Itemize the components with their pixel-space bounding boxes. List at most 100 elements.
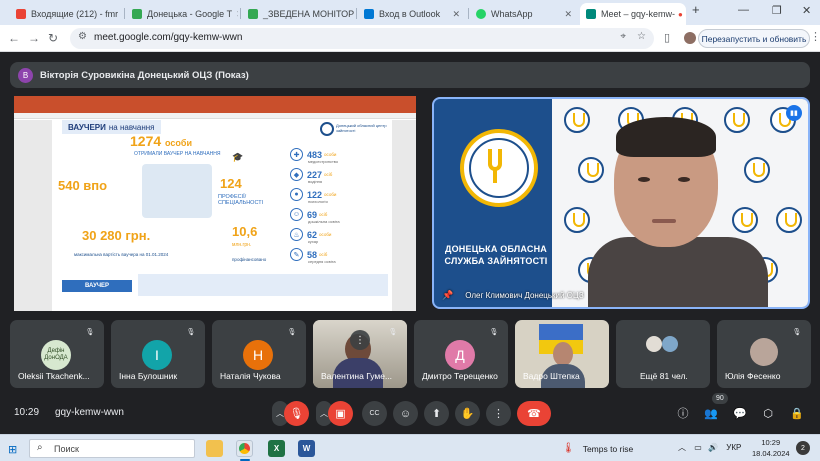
address-bar[interactable]: ⚙ meet.google.com/gqy-kemw-wwn ⌖ ☆ bbox=[70, 28, 654, 49]
url-text[interactable]: meet.google.com/gqy-kemw-wwn bbox=[94, 32, 242, 43]
network-icon[interactable]: ▭ bbox=[694, 443, 702, 452]
taskbar-clock[interactable]: 10:29 18.04.2024 bbox=[752, 437, 790, 459]
persons-caption: ОТРИМАЛИ ВАУЧЕР НА НАВЧАННЯ bbox=[134, 151, 221, 157]
avatar bbox=[646, 336, 662, 352]
mic-off-button[interactable]: 🎙 bbox=[284, 401, 309, 426]
participant-video bbox=[553, 342, 573, 366]
restore-icon[interactable]: ❐ bbox=[772, 4, 782, 17]
camera-off-button[interactable]: ▣ bbox=[328, 401, 353, 426]
chrome-icon[interactable] bbox=[236, 440, 253, 457]
pin-icon[interactable]: 📌 bbox=[442, 290, 453, 301]
excel-icon[interactable]: X bbox=[268, 440, 285, 457]
people-icon[interactable]: 👥 bbox=[700, 402, 722, 424]
speaker-icon[interactable]: 🔊 bbox=[708, 443, 718, 452]
stat-desc: середня освіта bbox=[308, 259, 336, 264]
tab-google-sheets-2[interactable]: _ЗВЕДЕНА МОНІТОР ✕ bbox=[242, 3, 354, 25]
participant-tile[interactable]: І 🎙 Інна Булошник bbox=[111, 320, 205, 388]
more-options-button[interactable]: ⋮ bbox=[486, 401, 511, 426]
reload-icon[interactable]: ↻ bbox=[48, 31, 58, 45]
presenter-label: Вікторія Суровикіна Донецький ОЦЗ (Показ… bbox=[40, 69, 249, 81]
system-tray[interactable]: ︿ ▭ 🔊 УКР bbox=[678, 442, 741, 453]
raise-hand-button[interactable]: ✋ bbox=[455, 401, 480, 426]
stat-desc: водіння bbox=[308, 179, 323, 184]
mic-off-icon: 🎙 bbox=[388, 329, 398, 336]
taskbar-time: 10:29 bbox=[761, 438, 781, 447]
taskbar-date: 18.04.2024 bbox=[752, 449, 790, 458]
close-icon[interactable]: ✕ bbox=[560, 9, 572, 20]
whatsapp-icon bbox=[476, 9, 486, 19]
shared-screen[interactable]: ВАУЧЕРИ на навчання Донецький обласний ц… bbox=[14, 96, 416, 311]
profile-avatar[interactable] bbox=[684, 32, 696, 44]
presentation-header: В Вікторія Суровикіна Донецький ОЦЗ (Пок… bbox=[10, 62, 810, 88]
more-participants-tile[interactable]: Ещё 81 чел. bbox=[616, 320, 710, 388]
tab-label: Вход в Outlook bbox=[379, 9, 441, 19]
input-language[interactable]: УКР bbox=[726, 443, 741, 452]
logo-icon bbox=[776, 207, 802, 233]
taskbar-search[interactable]: ⌕ Поиск bbox=[29, 439, 195, 458]
participant-tile[interactable]: ⋮ 🎙 Валентина Гуме... bbox=[313, 320, 407, 388]
avatar bbox=[662, 336, 678, 352]
participant-tile[interactable]: Вадро Штепка bbox=[515, 320, 609, 388]
back-icon[interactable]: ← bbox=[8, 31, 20, 45]
avatar: Д bbox=[445, 340, 475, 370]
active-speaker-tile[interactable]: ДОНЕЦЬКА ОБЛАСНА СЛУЖБА ЗАЙНЯТОСТІ ▮▮ 📌 … bbox=[432, 97, 810, 309]
participant-tile[interactable]: Дефін ДонОДА 🎙 Oleksii Tkachenk... bbox=[10, 320, 104, 388]
participant-tile[interactable]: Н 🎙 Наталія Чукова bbox=[212, 320, 306, 388]
outlook-icon bbox=[364, 9, 374, 19]
tab-google-sheets-1[interactable]: Донецька - Google Т ✕ bbox=[126, 3, 238, 25]
financed-unit: млн.грн. bbox=[232, 242, 252, 248]
tab-outlook[interactable]: Вход в Outlook ✕ bbox=[358, 3, 466, 25]
site-info-icon[interactable]: ⚙ bbox=[78, 31, 87, 42]
minimize-icon[interactable]: — bbox=[738, 4, 749, 16]
chevron-up-icon[interactable]: ︿ bbox=[678, 443, 686, 452]
org-caption: Донецький обласний центр зайнятості bbox=[336, 123, 387, 133]
forward-icon[interactable]: → bbox=[28, 31, 40, 45]
close-window-icon[interactable]: ✕ bbox=[802, 4, 811, 17]
new-tab-button[interactable]: + bbox=[692, 2, 700, 17]
participant-name: Oleksii Tkachenk... bbox=[18, 371, 90, 381]
relaunch-update-button[interactable]: Перезапустить и обновить bbox=[698, 29, 810, 48]
tab-meet[interactable]: Meet – gqy-kemw- ● ✕ bbox=[580, 3, 686, 25]
close-icon[interactable]: ✕ bbox=[448, 9, 460, 20]
tab-gmail[interactable]: Входящие (212) - fmr ✕ bbox=[10, 3, 122, 25]
close-icon[interactable]: ✕ bbox=[232, 9, 238, 20]
camera-permission-icon[interactable]: ⌖ bbox=[620, 31, 626, 42]
professions-caption: ПРОФЕСІЇ/ СПЕЦІАЛЬНОСТІ bbox=[218, 194, 264, 206]
word-icon[interactable]: W bbox=[298, 440, 315, 457]
present-screen-button[interactable]: ⬆ bbox=[424, 401, 449, 426]
notification-badge[interactable]: 2 bbox=[796, 441, 810, 455]
mic-off-icon: 🎙 bbox=[186, 329, 196, 336]
tab-label: Meet – gqy-kemw- bbox=[601, 9, 676, 19]
thermometer-icon: 🌡 bbox=[562, 443, 575, 454]
close-icon[interactable]: ✕ bbox=[118, 9, 122, 20]
avatar bbox=[750, 338, 778, 366]
weather-widget[interactable]: 🌡 Temps to rise bbox=[562, 443, 633, 454]
child-icon: ☺ bbox=[290, 208, 303, 221]
speaking-indicator-icon: ▮▮ bbox=[786, 105, 802, 121]
leave-call-button[interactable]: ☎ bbox=[517, 401, 551, 426]
state-employment-service-logo bbox=[460, 129, 538, 207]
menu-kebab-icon[interactable]: ⋮ bbox=[810, 30, 820, 43]
participant-tile[interactable]: 🎙 Юлія Фесенко bbox=[717, 320, 811, 388]
gmail-icon bbox=[16, 9, 26, 19]
file-explorer-icon[interactable] bbox=[206, 440, 223, 457]
captions-button[interactable]: CC bbox=[362, 401, 387, 426]
org-name: ДОНЕЦЬКА ОБЛАСНА СЛУЖБА ЗАЙНЯТОСТІ bbox=[444, 244, 548, 266]
bookmark-star-icon[interactable]: ☆ bbox=[637, 31, 646, 42]
close-icon[interactable]: ✕ bbox=[683, 9, 686, 20]
host-controls-icon[interactable]: 🔒 bbox=[786, 402, 808, 424]
participant-tile[interactable]: Д 🎙 Дмитро Терещенко bbox=[414, 320, 508, 388]
more-options-icon[interactable]: ⋮ bbox=[350, 330, 370, 350]
tab-whatsapp[interactable]: WhatsApp ✕ bbox=[470, 3, 578, 25]
emoji-reaction-button[interactable]: ☺ bbox=[393, 401, 418, 426]
persons-count: 1274 особи bbox=[130, 133, 193, 149]
voucher-footer-tag: ВАУЧЕР bbox=[62, 280, 132, 292]
windows-start-icon[interactable]: ⊞ bbox=[8, 443, 17, 456]
side-panel-icon[interactable]: ▯ bbox=[664, 31, 670, 44]
medical-icon: ✚ bbox=[290, 148, 303, 161]
meeting-info-icon[interactable]: ⓘ bbox=[672, 402, 694, 424]
activities-icon[interactable]: ⬡ bbox=[757, 402, 779, 424]
participant-name: Валентина Гуме... bbox=[321, 371, 393, 381]
chat-icon[interactable]: 💬 bbox=[729, 402, 751, 424]
stat-desc: психологія bbox=[308, 199, 328, 204]
